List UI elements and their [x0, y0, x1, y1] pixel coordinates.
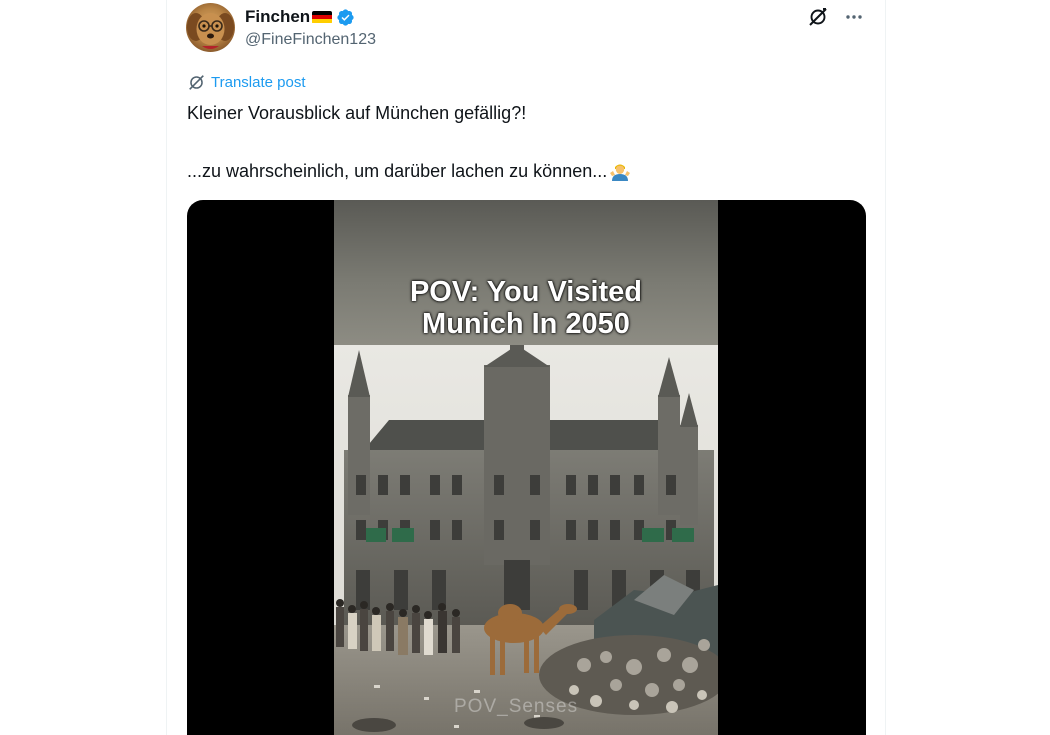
author-handle[interactable]: @FineFinchen123	[245, 31, 376, 49]
video-scene-image	[334, 345, 718, 735]
tweet-line-1: Kleiner Vorausblick auf München gefällig…	[187, 103, 527, 123]
more-icon[interactable]	[843, 6, 865, 28]
video-watermark: POV_Senses	[454, 696, 579, 717]
post-column: Finchen @FineFinchen123 Translate post K…	[166, 0, 886, 735]
tweet-line-2-text: ...zu wahrscheinlich, um darüber lachen …	[187, 161, 608, 181]
tweet-text: Kleiner Vorausblick auf München gefällig…	[187, 101, 867, 183]
tweet-line-2: ...zu wahrscheinlich, um darüber lachen …	[187, 159, 867, 183]
video-caption-line-1: POV: You Visited	[409, 276, 643, 308]
translate-post-link[interactable]: Translate post	[188, 74, 306, 91]
translate-post-label[interactable]: Translate post	[211, 74, 306, 91]
video-caption: POV: You Visited Munich In 2050	[334, 276, 718, 340]
post-actions	[807, 6, 865, 28]
video-player[interactable]: POV: You Visited Munich In 2050 POV_Sens…	[187, 200, 866, 735]
video-frame: POV: You Visited Munich In 2050 POV_Sens…	[334, 200, 718, 735]
grok-translate-icon	[189, 75, 204, 90]
person-shrugging-emoji-icon	[610, 164, 631, 181]
display-name[interactable]: Finchen	[245, 7, 310, 27]
author-name-row[interactable]: Finchen	[245, 6, 355, 28]
video-caption-line-2: Munich In 2050	[422, 308, 630, 340]
avatar[interactable]	[186, 3, 235, 52]
grok-icon[interactable]	[807, 6, 829, 28]
verified-badge-icon	[337, 8, 354, 26]
germany-flag-icon	[312, 10, 333, 24]
